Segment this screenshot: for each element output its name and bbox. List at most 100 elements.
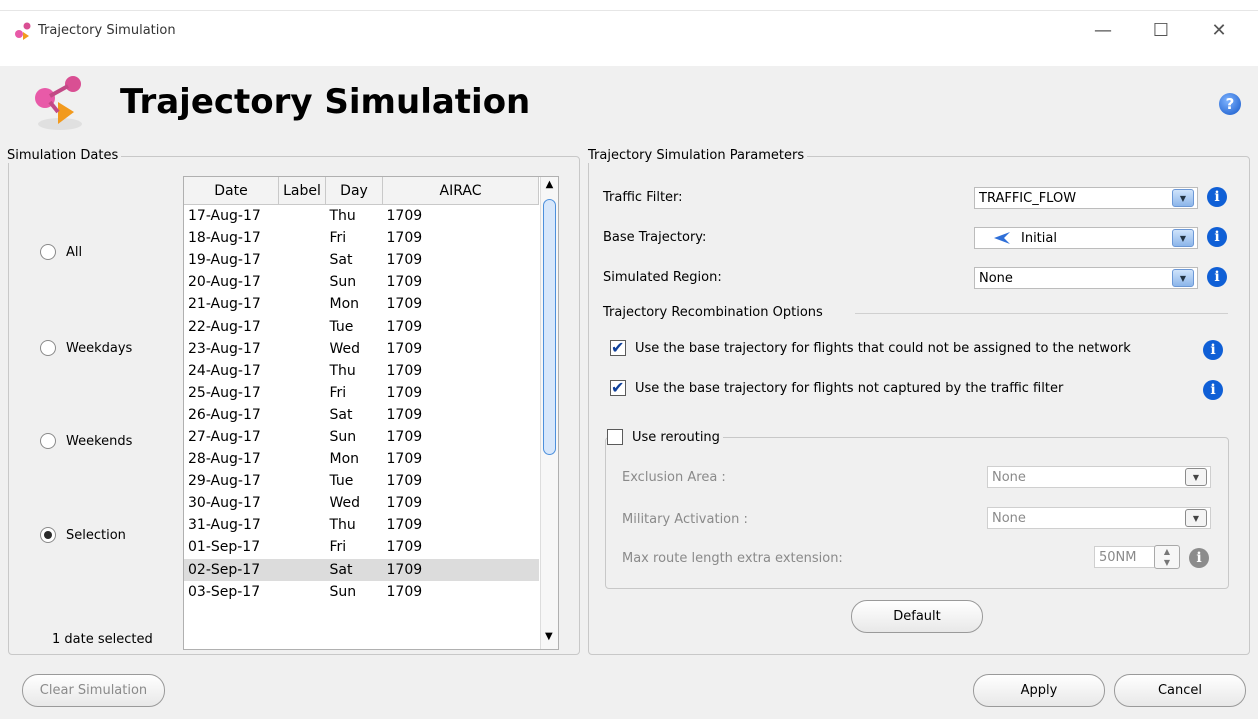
opt-filter-checkbox[interactable] xyxy=(610,378,626,397)
cell-date: 28-Aug-17 xyxy=(188,451,261,468)
cell-airac: 1709 xyxy=(386,428,423,445)
cancel-button[interactable]: Cancel xyxy=(1114,674,1246,707)
radio-selection-indicator[interactable] xyxy=(40,527,56,543)
stepper-down-icon[interactable]: ▼ xyxy=(1155,557,1179,568)
base-trajectory-select[interactable]: Initial ▼ xyxy=(974,227,1198,249)
table-row[interactable]: 28-Aug-17 Mon 1709 xyxy=(184,448,539,470)
cell-label xyxy=(279,448,326,470)
chevron-down-icon[interactable]: ▼ xyxy=(1172,189,1194,207)
clear-simulation-button[interactable]: Clear Simulation xyxy=(22,674,165,707)
apply-button[interactable]: Apply xyxy=(973,674,1105,707)
scroll-down-icon[interactable]: ▼ xyxy=(545,631,553,642)
cell-label xyxy=(279,492,326,514)
chevron-down-icon[interactable]: ▼ xyxy=(1172,229,1194,247)
cell-date: 20-Aug-17 xyxy=(188,274,261,291)
simulated-region-value: None xyxy=(979,270,1013,286)
column-header-label[interactable]: Label xyxy=(278,177,326,205)
table-row[interactable]: 21-Aug-17 Mon 1709 xyxy=(184,293,539,315)
maximize-button[interactable]: ☐ xyxy=(1146,16,1176,46)
max-route-spinbox[interactable]: 50NM xyxy=(1094,546,1158,568)
info-icon[interactable]: i xyxy=(1189,548,1209,568)
traffic-filter-select[interactable]: TRAFFIC_FLOW ▼ xyxy=(974,187,1198,209)
cell-date: 21-Aug-17 xyxy=(188,296,261,313)
close-button[interactable]: ✕ xyxy=(1204,16,1234,46)
dates-scrollbar[interactable]: ▲ ▼ xyxy=(540,177,558,649)
table-row[interactable]: 24-Aug-17 Thu 1709 xyxy=(184,360,539,382)
radio-weekends[interactable]: Weekends xyxy=(40,433,132,449)
table-row[interactable]: 18-Aug-17 Fri 1709 xyxy=(184,227,539,249)
table-row[interactable]: 17-Aug-17 Thu 1709 xyxy=(184,205,539,228)
radio-weekdays[interactable]: Weekdays xyxy=(40,340,132,356)
cell-airac: 1709 xyxy=(386,362,423,379)
chevron-down-icon[interactable]: ▼ xyxy=(1172,269,1194,287)
top-strip xyxy=(0,0,1258,11)
cell-label xyxy=(279,426,326,448)
opt-filter-row[interactable]: Use the base trajectory for flights not … xyxy=(610,378,1063,397)
max-route-stepper[interactable]: ▲ ▼ xyxy=(1154,545,1180,569)
cell-date: 30-Aug-17 xyxy=(188,495,261,512)
info-icon[interactable]: i xyxy=(1207,187,1227,207)
radio-selection[interactable]: Selection xyxy=(40,527,126,543)
info-icon[interactable]: i xyxy=(1203,340,1223,360)
column-header-date[interactable]: Date xyxy=(184,177,279,205)
minimize-button[interactable]: — xyxy=(1088,16,1118,46)
cell-airac: 1709 xyxy=(386,340,423,357)
column-header-day[interactable]: Day xyxy=(325,177,383,205)
table-row[interactable]: 20-Aug-17 Sun 1709 xyxy=(184,271,539,293)
stepper-up-icon[interactable]: ▲ xyxy=(1155,546,1179,557)
table-row[interactable]: 23-Aug-17 Wed 1709 xyxy=(184,338,539,360)
table-row[interactable]: 22-Aug-17 Tue 1709 xyxy=(184,315,539,337)
table-row[interactable]: 27-Aug-17 Sun 1709 xyxy=(184,426,539,448)
cell-date: 23-Aug-17 xyxy=(188,340,261,357)
table-row[interactable]: 01-Sep-17 Fri 1709 xyxy=(184,536,539,558)
cell-day: Sat xyxy=(325,558,383,581)
help-icon[interactable]: ? xyxy=(1219,93,1241,115)
default-button[interactable]: Default xyxy=(851,600,983,633)
cell-day: Sun xyxy=(329,583,357,600)
info-icon[interactable]: i xyxy=(1207,227,1227,247)
table-row[interactable]: 29-Aug-17 Tue 1709 xyxy=(184,470,539,492)
rerouting-checkbox[interactable] xyxy=(607,429,623,445)
radio-all-indicator[interactable] xyxy=(40,244,56,260)
radio-weekdays-label: Weekdays xyxy=(66,340,133,356)
cell-label xyxy=(279,227,326,249)
table-row[interactable]: 03-Sep-17 Sun 1709 xyxy=(184,581,539,603)
cell-airac: 1709 xyxy=(386,274,423,291)
table-row[interactable]: 19-Aug-17 Sat 1709 xyxy=(184,249,539,271)
table-row[interactable]: 26-Aug-17 Sat 1709 xyxy=(184,404,539,426)
table-row[interactable]: 02-Sep-17 Sat 1709 xyxy=(184,558,539,581)
cell-label xyxy=(279,470,326,492)
cell-day: Fri xyxy=(329,384,347,401)
info-icon[interactable]: i xyxy=(1207,267,1227,287)
cell-day: Fri xyxy=(329,539,347,556)
chevron-down-icon[interactable]: ▼ xyxy=(1185,509,1207,527)
radio-all[interactable]: All xyxy=(40,244,82,260)
cell-day: Sat xyxy=(329,406,353,423)
opt-network-checkbox[interactable] xyxy=(610,338,626,357)
radio-weekends-indicator[interactable] xyxy=(40,433,56,449)
opt-network-row[interactable]: Use the base trajectory for flights that… xyxy=(610,338,1131,357)
cell-label xyxy=(279,293,326,315)
scroll-up-icon[interactable]: ▲ xyxy=(541,179,558,190)
chevron-down-icon[interactable]: ▼ xyxy=(1185,468,1207,486)
exclusion-area-select[interactable]: None ▼ xyxy=(987,466,1211,488)
radio-weekdays-indicator[interactable] xyxy=(40,340,56,356)
traffic-filter-label: Traffic Filter: xyxy=(603,190,683,205)
column-header-airac[interactable]: AIRAC xyxy=(382,177,539,205)
info-icon[interactable]: i xyxy=(1203,380,1223,400)
table-row[interactable]: 30-Aug-17 Wed 1709 xyxy=(184,492,539,514)
rerouting-toggle[interactable]: Use rerouting xyxy=(607,429,723,445)
cell-day: Tue xyxy=(329,473,354,490)
military-activation-select[interactable]: None ▼ xyxy=(987,507,1211,529)
cell-day: Mon xyxy=(329,296,360,313)
table-row[interactable]: 25-Aug-17 Fri 1709 xyxy=(184,382,539,404)
cell-date: 18-Aug-17 xyxy=(188,230,261,247)
military-activation-value: None xyxy=(992,510,1026,526)
simulated-region-select[interactable]: None ▼ xyxy=(974,267,1198,289)
cell-label xyxy=(279,514,326,536)
cell-day: Wed xyxy=(329,495,361,512)
table-row[interactable]: 31-Aug-17 Thu 1709 xyxy=(184,514,539,536)
scroll-thumb[interactable] xyxy=(543,199,556,455)
cell-date: 03-Sep-17 xyxy=(188,583,261,600)
recombination-label: Trajectory Recombination Options xyxy=(603,305,823,320)
